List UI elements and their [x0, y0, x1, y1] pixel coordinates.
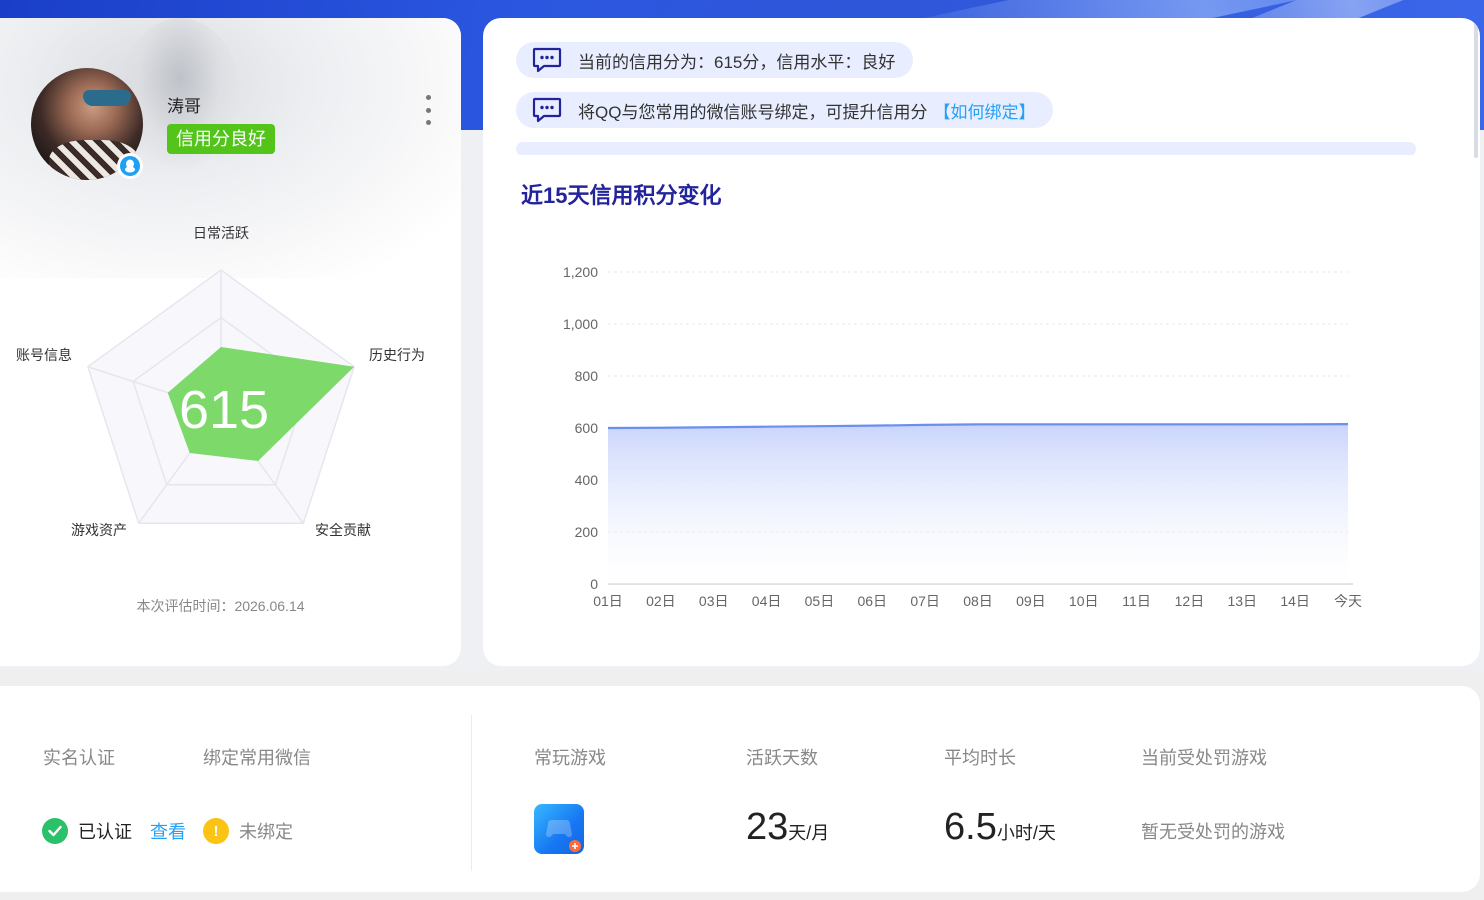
game-label: 常玩游戏 — [534, 748, 606, 768]
y-tick-label: 1,000 — [563, 316, 598, 332]
wechat-status-text: 未绑定 — [239, 822, 293, 842]
active-days-value: 23天/月 — [746, 806, 829, 849]
username: 涛哥 — [167, 97, 201, 116]
active-days-label: 活跃天数 — [746, 748, 818, 768]
notice-item-partial — [516, 142, 1416, 156]
x-tick-label: 10日 — [1069, 593, 1099, 609]
credit-chart-card: 当前的信用分为：615分，信用水平：良好 将QQ与您常用的微信账号绑定，可提升信… — [483, 18, 1480, 666]
more-icon[interactable] — [418, 95, 438, 125]
avg-time-label: 平均时长 — [944, 748, 1016, 768]
notice-item: 将QQ与您常用的微信账号绑定，可提升信用分 【如何绑定】 — [516, 92, 1054, 128]
radar-axis-label: 账号信息 — [16, 347, 72, 363]
message-icon — [532, 47, 562, 73]
warning-icon: ! — [203, 818, 229, 844]
eval-time: 本次评估时间：2026.06.14 — [136, 598, 305, 614]
x-tick-label: 01日 — [593, 593, 623, 609]
x-tick-label: 今天 — [1334, 593, 1362, 609]
stats-card: 实名认证 绑定常用微信 常玩游戏 活跃天数 平均时长 当前受处罚游戏 已认证 查… — [0, 686, 1480, 892]
y-tick-label: 800 — [575, 368, 599, 384]
y-tick-label: 0 — [590, 576, 598, 592]
avg-time-value: 6.5小时/天 — [944, 806, 1056, 849]
message-icon — [532, 97, 562, 123]
y-tick-label: 1,200 — [563, 264, 598, 280]
punish-label: 当前受处罚游戏 — [1141, 748, 1267, 768]
view-link[interactable]: 查看 — [150, 818, 186, 844]
radar-axis-label: 安全贡献 — [315, 522, 371, 538]
radar-axis-label: 游戏资产 — [71, 522, 127, 538]
notice-scrollbar[interactable] — [1474, 18, 1478, 158]
game-icon[interactable] — [534, 804, 584, 854]
radar-axis-label: 日常活跃 — [193, 225, 249, 241]
radar-axis-label: 历史行为 — [369, 347, 425, 363]
notice-item: 当前的信用分为：615分，信用水平：良好 — [516, 42, 914, 78]
wechat-status: ! 未绑定 — [203, 818, 293, 844]
x-tick-label: 06日 — [857, 593, 887, 609]
punish-value: 暂无受处罚的游戏 — [1141, 822, 1285, 842]
profile-card: 涛哥 信用分良好 615 日常活跃历史行为安全贡献 游戏资产 账号信息 本次评估时间：… — [0, 18, 461, 666]
radar-chart: 615 日常活跃历史行为安全贡献 游戏资产 账号信息 — [0, 198, 461, 568]
divider — [471, 715, 472, 871]
notice-mask — [483, 155, 1480, 175]
wechat-label: 绑定常用微信 — [203, 748, 311, 768]
area-fill — [608, 424, 1348, 584]
y-tick-label: 400 — [575, 472, 599, 488]
x-tick-label: 03日 — [699, 593, 729, 609]
y-tick-label: 600 — [575, 420, 599, 436]
notice-text: 将QQ与您常用的微信账号绑定，可提升信用分 — [578, 102, 928, 122]
x-tick-label: 14日 — [1280, 593, 1310, 609]
notice-text: 当前的信用分为：615分，信用水平：良好 — [578, 52, 896, 72]
avg-time-unit: 小时/天 — [996, 823, 1056, 843]
y-tick-label: 200 — [575, 524, 599, 540]
radar-svg: 615 日常活跃历史行为安全贡献 游戏资产 账号信息 — [16, 225, 425, 538]
real-name-label: 实名认证 — [43, 748, 115, 768]
x-tick-label: 09日 — [1016, 593, 1046, 609]
check-icon — [42, 818, 68, 844]
x-tick-label: 02日 — [646, 593, 676, 609]
x-tick-label: 12日 — [1175, 593, 1205, 609]
qq-icon — [117, 153, 143, 179]
line-chart: 0 200 400 600 800 1,000 1,200 01日 02日 03日 04日 05日 06… — [563, 264, 1362, 609]
x-tick-label: 11日 — [1122, 593, 1151, 609]
active-days-number: 23 — [746, 806, 789, 848]
x-tick-label: 07日 — [910, 593, 940, 609]
x-tick-label: 04日 — [752, 593, 782, 609]
avg-time-number: 6.5 — [944, 806, 997, 848]
x-tick-label: 05日 — [805, 593, 835, 609]
active-days-unit: 天/月 — [788, 823, 830, 843]
real-name-status: 已认证 查看 — [42, 818, 186, 844]
x-tick-label: 08日 — [963, 593, 993, 609]
chart-title: 近15天信用积分变化 — [521, 183, 722, 208]
how-to-bind-link[interactable]: 【如何绑定】 — [933, 98, 1035, 123]
x-tick-label: 13日 — [1227, 593, 1257, 609]
avatar-glasses — [83, 90, 131, 106]
real-name-status-text: 已认证 — [78, 822, 132, 842]
credit-level-badge: 信用分良好 — [167, 124, 275, 154]
radar-score: 615 — [179, 380, 269, 440]
